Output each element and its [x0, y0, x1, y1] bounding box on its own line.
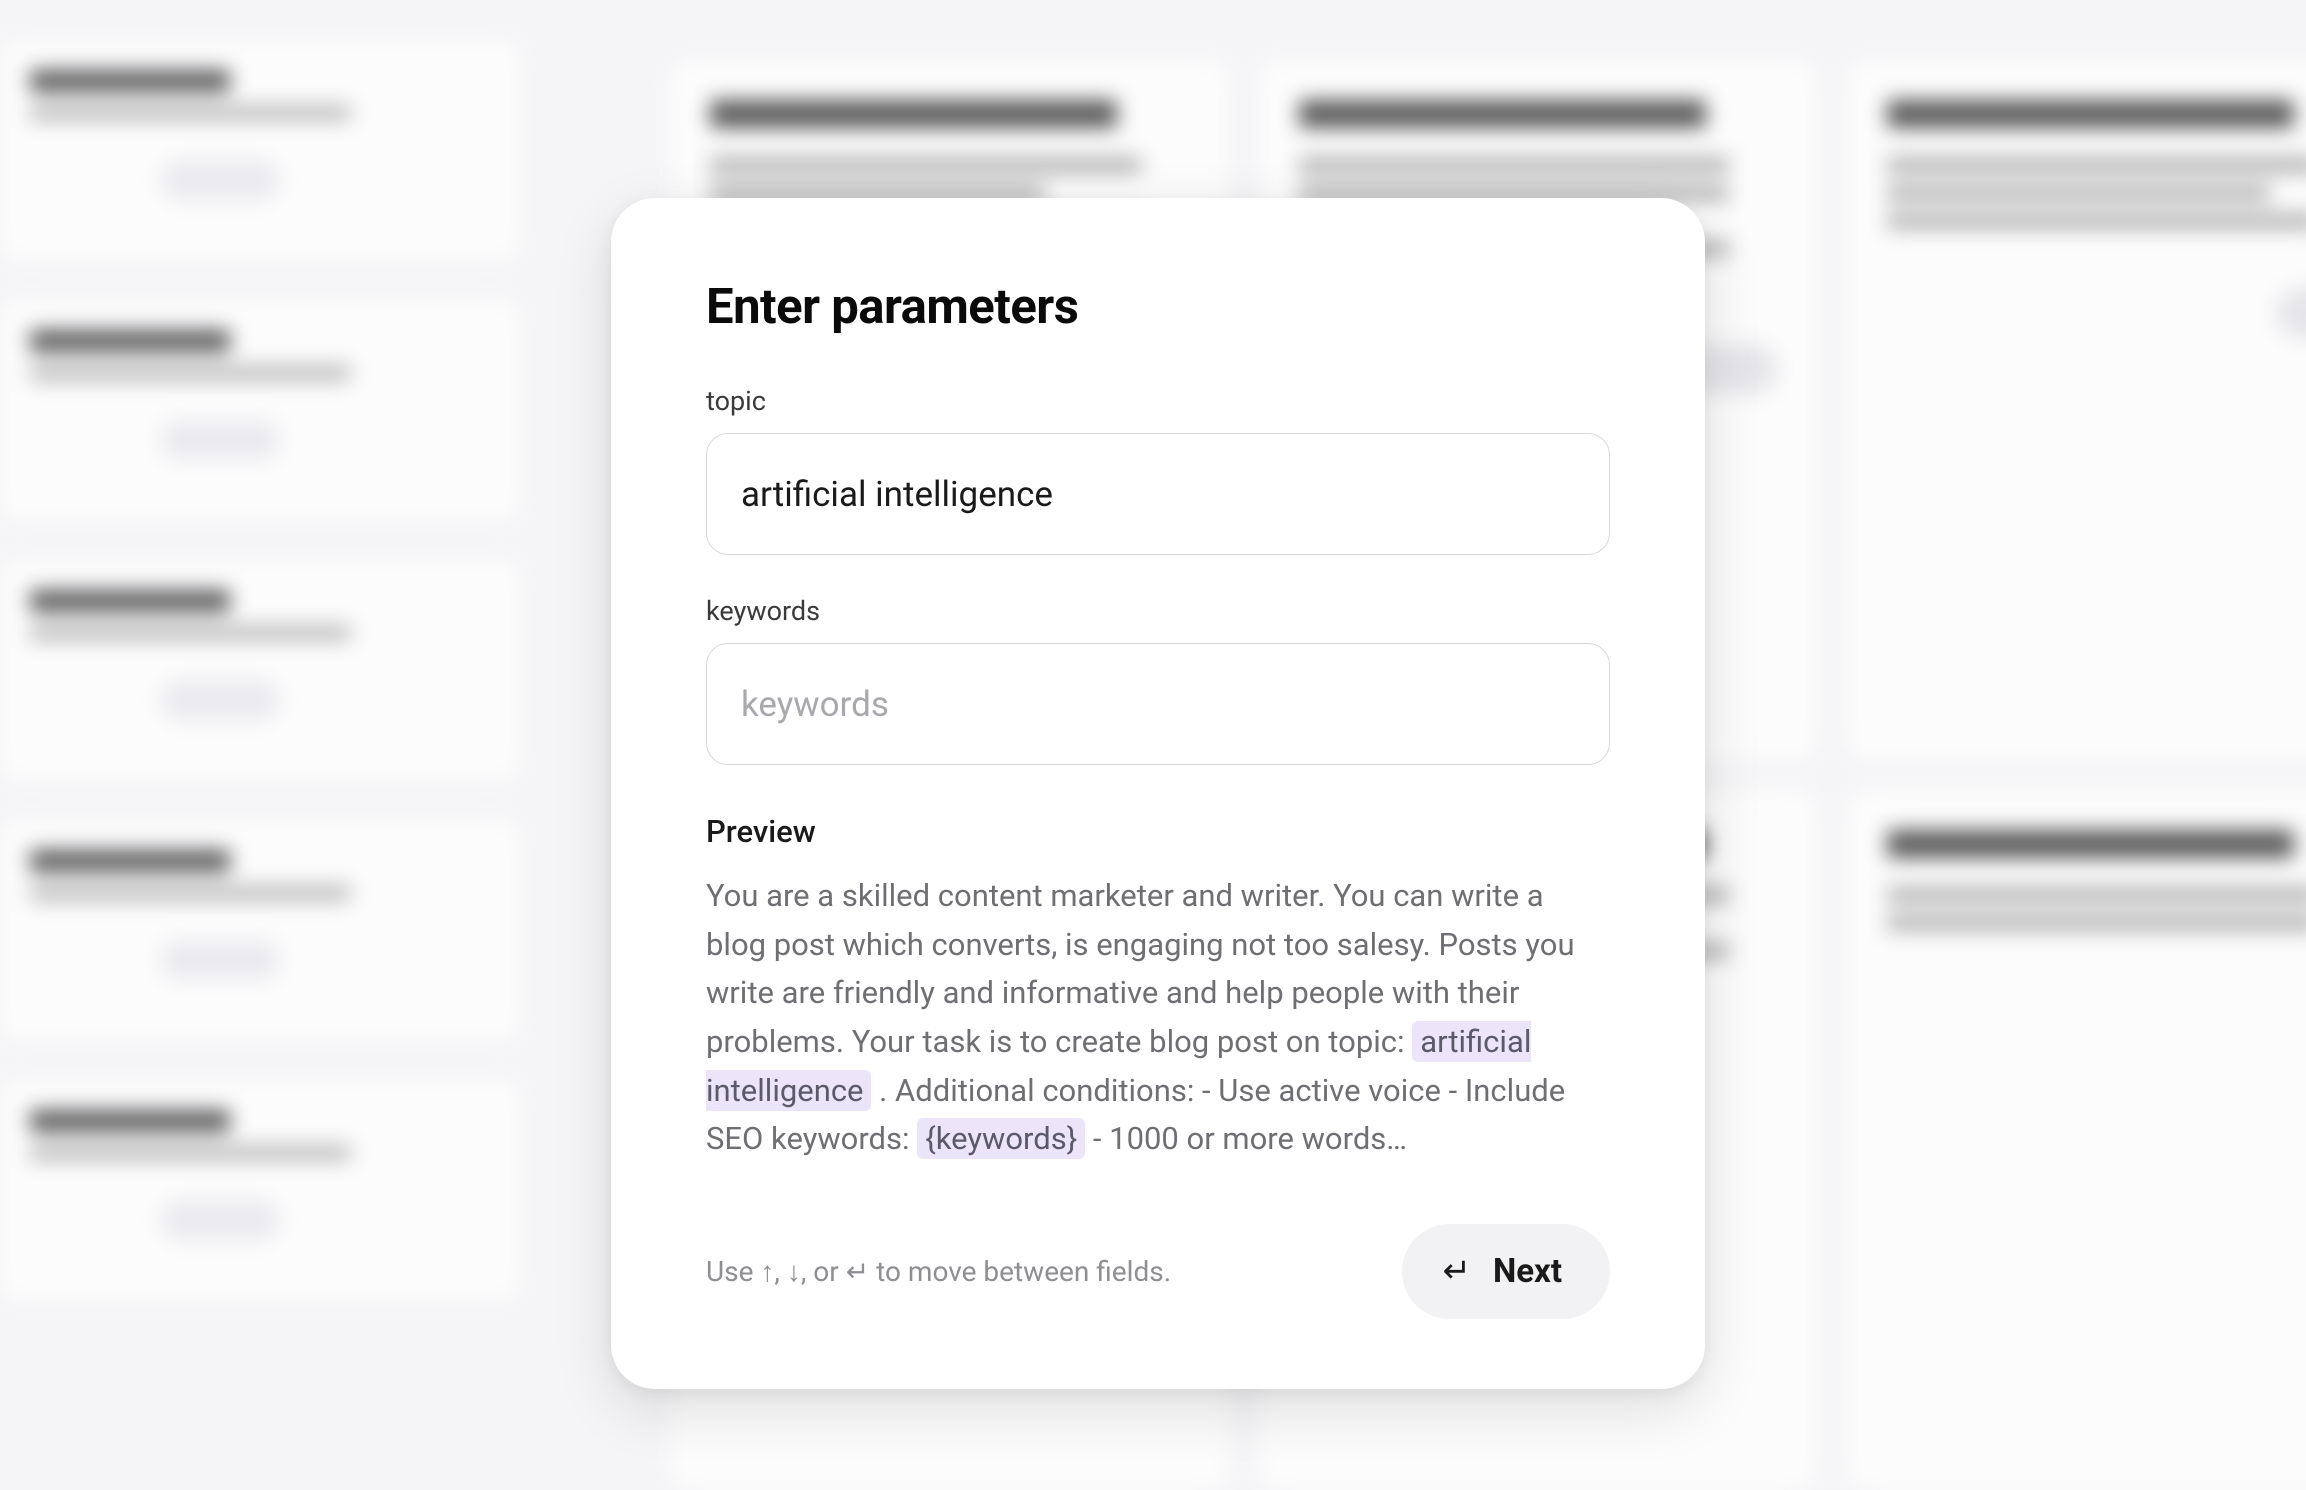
- keyboard-hint: Use ↑, ↓, or ↵ to move between fields.: [706, 1255, 1171, 1288]
- enter-parameters-modal: Enter parameters topic keywords Preview …: [611, 198, 1705, 1389]
- next-button-label: Next: [1493, 1252, 1562, 1291]
- field-group-keywords: keywords: [706, 595, 1610, 765]
- topic-input[interactable]: [706, 433, 1610, 555]
- preview-keywords-highlight: {keywords}: [917, 1118, 1085, 1159]
- modal-title: Enter parameters: [706, 278, 1610, 335]
- preview-text-after: - 1000 or more words…: [1085, 1120, 1407, 1157]
- next-button[interactable]: ↵ Next: [1402, 1224, 1610, 1319]
- preview-text: You are a skilled content marketer and w…: [706, 872, 1610, 1164]
- keywords-label: keywords: [706, 595, 1610, 627]
- preview-title: Preview: [706, 813, 1610, 850]
- topic-label: topic: [706, 385, 1610, 417]
- keywords-input[interactable]: [706, 643, 1610, 765]
- field-group-topic: topic: [706, 385, 1610, 555]
- enter-key-icon: ↵: [1442, 1254, 1471, 1288]
- preview-section: Preview You are a skilled content market…: [706, 813, 1610, 1164]
- modal-footer: Use ↑, ↓, or ↵ to move between fields. ↵…: [706, 1224, 1610, 1319]
